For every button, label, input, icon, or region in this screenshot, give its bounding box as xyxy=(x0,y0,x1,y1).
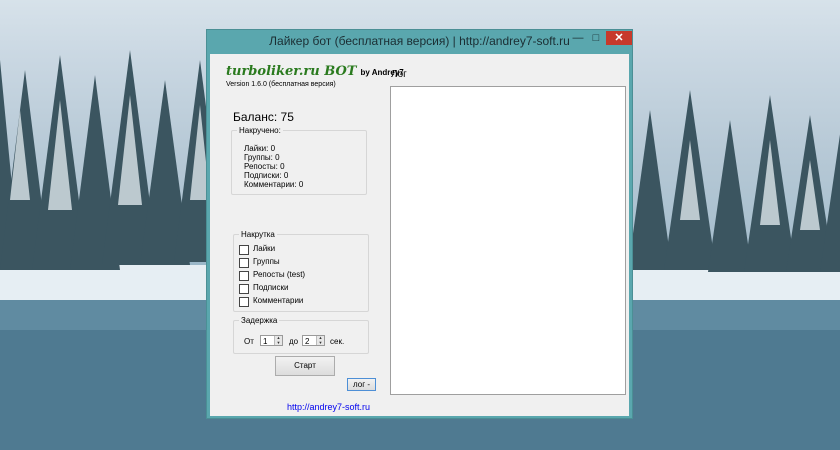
stats-group: Накручено: Лайки: 0 Группы: 0 Репосты: 0… xyxy=(231,126,367,195)
delay-from-value[interactable]: 1 xyxy=(263,336,267,347)
stat-reposts: Репосты: 0 xyxy=(244,162,285,171)
delay-to-stepper[interactable]: 2 ▲ ▼ xyxy=(302,335,325,346)
logo-text: turboliker.ru BOT xyxy=(226,64,357,79)
delay-to-value[interactable]: 2 xyxy=(305,336,309,347)
likes-checkbox[interactable] xyxy=(239,245,249,255)
groups-label[interactable]: Группы xyxy=(253,257,280,266)
start-button[interactable]: Старт xyxy=(275,356,335,376)
footer-website-link[interactable]: http://andrey7-soft.ru xyxy=(287,402,370,412)
subscriptions-checkbox[interactable] xyxy=(239,284,249,294)
app-logo: turboliker.ru BOT by Andrey7 xyxy=(226,64,404,79)
stat-likes: Лайки: 0 xyxy=(244,144,276,153)
delay-to-spin-icon[interactable]: ▲ ▼ xyxy=(316,335,324,345)
delay-from-label: От xyxy=(244,337,254,346)
log-label: Лог xyxy=(391,69,407,80)
groups-checkbox[interactable] xyxy=(239,258,249,268)
app-window: Лайкер бот (бесплатная версия) | http://… xyxy=(206,29,633,419)
reposts-checkbox[interactable] xyxy=(239,271,249,281)
delay-to-label: до xyxy=(289,337,299,346)
stat-subscriptions: Подписки: 0 xyxy=(244,171,289,180)
close-button[interactable]: ✕ xyxy=(606,31,632,45)
delay-from-spin-icon[interactable]: ▲ ▼ xyxy=(274,335,282,345)
delay-from-stepper[interactable]: 1 ▲ ▼ xyxy=(260,335,283,346)
delay-group-title: Задержка xyxy=(239,316,280,325)
comments-label[interactable]: Комментарии xyxy=(253,296,303,305)
stat-comments: Комментарии: 0 xyxy=(244,180,304,189)
log-textarea[interactable] xyxy=(390,86,626,395)
balance-label: Баланс: 75 xyxy=(233,110,294,124)
stat-groups: Группы: 0 xyxy=(244,153,280,162)
reposts-label[interactable]: Репосты (test) xyxy=(253,270,305,279)
stats-group-title: Накручено: xyxy=(237,126,283,135)
minimize-button[interactable]: — xyxy=(569,31,587,45)
maximize-button[interactable]: □ xyxy=(587,31,605,45)
nakrutka-group: Накрутка Лайки Группы Репосты (test) Под… xyxy=(233,230,369,312)
likes-label[interactable]: Лайки xyxy=(253,244,275,253)
title-bar[interactable]: Лайкер бот (бесплатная версия) | http://… xyxy=(207,30,632,53)
nakrutka-group-title: Накрутка xyxy=(239,230,277,239)
comments-checkbox[interactable] xyxy=(239,297,249,307)
delay-group: Задержка От 1 ▲ ▼ до 2 ▲ ▼ сек. xyxy=(233,316,369,354)
client-area: turboliker.ru BOT by Andrey7 Version 1.6.… xyxy=(210,54,629,416)
delay-unit-label: сек. xyxy=(330,337,345,346)
log-toggle-button[interactable]: лог - xyxy=(347,378,376,391)
version-label: Version 1.6.0 (бесплатная версия) xyxy=(226,81,336,88)
subscriptions-label[interactable]: Подписки xyxy=(253,283,288,292)
